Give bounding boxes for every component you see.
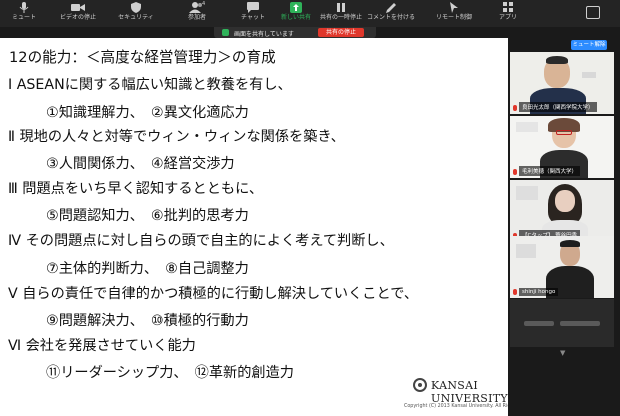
pen-icon — [385, 3, 396, 13]
toolbar-label: セキュリティ — [118, 14, 154, 21]
wall-note — [582, 72, 596, 78]
participant-tile[interactable]: 毛利美穂（関西大学） — [510, 116, 614, 178]
university-name: KANSAI UNIVERSITY — [431, 379, 508, 405]
participant-name: 良田光太郎（関西学院大学） — [519, 102, 597, 112]
chat-button[interactable]: チャット — [238, 0, 268, 27]
slide-line: ⑤問題認知力、 ⑥批判的思考力 — [46, 208, 249, 224]
slide-line: ⑪リーダーシップ力、 ⑫革新的創造力 — [46, 365, 294, 381]
slide-line: ①知識理解力、 ②異文化適応力 — [46, 105, 249, 121]
shield-icon — [131, 2, 141, 13]
participant-hair — [546, 56, 568, 64]
video-camera-icon — [71, 4, 85, 11]
new-share-button[interactable]: 新しい共有 — [278, 0, 314, 27]
apps-button[interactable]: アプリ — [496, 0, 520, 27]
mouse-pointer-icon — [450, 2, 458, 13]
remote-control-button[interactable]: リモート制御 — [434, 0, 474, 27]
wall-note — [516, 186, 538, 200]
wall-note — [516, 122, 538, 132]
toolbar-label: 新しい共有 — [280, 14, 311, 21]
apps-icon — [502, 2, 513, 12]
toolbar-label: アプリ — [498, 14, 517, 21]
participant-tile[interactable]: 【Cタップ】 蓑谷円香 — [510, 180, 614, 242]
participant-count: 4 — [202, 1, 206, 7]
meeting-toolbar: ミュート ビデオの停止 セキュリティ 参加者 4 チャット 新しい共有 共有の一… — [0, 0, 620, 27]
stop-share-button[interactable]: 共有の停止 — [318, 28, 364, 37]
participant-face-front — [555, 190, 575, 212]
participants-button[interactable]: 参加者 — [182, 0, 212, 27]
muted-mic-icon — [513, 105, 517, 111]
security-button[interactable]: セキュリティ — [116, 0, 156, 27]
toolbar-label: 共有の一時停止 — [319, 14, 362, 21]
toolbar-label: リモート制御 — [435, 14, 472, 21]
share-status-text: 画面を共有しています — [234, 31, 294, 38]
slide-line: ⑦主体的判断力、 ⑧自己調整力 — [46, 261, 249, 277]
toolbar-label: ビデオの停止 — [59, 14, 96, 21]
scroll-down-chevron-icon[interactable]: ▼ — [560, 349, 565, 357]
wall-note — [516, 244, 536, 258]
chat-bubble-icon — [247, 2, 259, 13]
shared-slide: 12の能力：＜高度な経営管理力＞の育成 Ⅰ ASEANに関する幅広い知識と教養を… — [0, 38, 543, 416]
slide-title: 12の能力：＜高度な経営管理力＞の育成 — [9, 49, 276, 66]
pause-share-button[interactable]: 共有の一時停止 — [318, 0, 364, 27]
toolbar-label: コメントを付ける — [366, 14, 415, 21]
slide-line: ③人間関係力、 ④経営交渉力 — [46, 156, 235, 172]
participant-tile[interactable]: 良田光太郎（関西学院大学） — [510, 52, 614, 114]
microphone-icon — [19, 2, 29, 13]
slide-line: Ⅰ ASEANに関する幅広い知識と教養を有し、 — [8, 77, 292, 93]
participant-name: 毛利美穂（関西大学） — [519, 166, 581, 176]
slide-line: Ⅴ 自らの責任で自律的かつ積極的に行動し解決していくことで、 — [8, 286, 419, 302]
annotate-button[interactable]: コメントを付ける — [366, 0, 416, 27]
sharing-status-icon — [222, 29, 229, 36]
participant-hair — [560, 240, 580, 247]
mute-button[interactable]: ミュート — [6, 0, 42, 27]
blurred-participant-tile[interactable] — [510, 299, 614, 347]
participant-name: shinji hongo — [519, 288, 559, 296]
share-arrow-icon — [290, 2, 302, 13]
toolbar-label: ミュート — [11, 14, 36, 21]
pause-icon — [337, 3, 345, 12]
slide-line: Ⅱ 現地の人々と対等でウィン・ウィンな関係を築き、 — [8, 129, 345, 145]
participant-tile[interactable]: shinji hongo — [510, 236, 614, 298]
slide-line: Ⅵ 会社を発展させていく能力 — [8, 338, 196, 354]
blurred-text — [560, 321, 600, 326]
toolbar-label: チャット — [241, 14, 265, 21]
university-logo-icon — [413, 378, 427, 392]
muted-mic-icon — [513, 169, 517, 175]
blurred-text — [524, 321, 554, 326]
toolbar-label: 参加者 — [187, 14, 206, 21]
glasses — [556, 130, 572, 135]
view-toggle-icon[interactable] — [586, 6, 600, 19]
slide-line: ⑨問題解決力、 ⑩積極的行動力 — [46, 313, 249, 329]
stop-video-button[interactable]: ビデオの停止 — [56, 0, 100, 27]
slide-line: Ⅳ その問題点に対し自らの頭で自主的によく考えて判断し、 — [8, 233, 394, 249]
unmute-button[interactable]: ミュート解除 — [571, 40, 607, 50]
muted-mic-icon — [513, 289, 517, 295]
slide-line: Ⅲ 問題点をいち早く認知するとともに、 — [8, 181, 264, 197]
